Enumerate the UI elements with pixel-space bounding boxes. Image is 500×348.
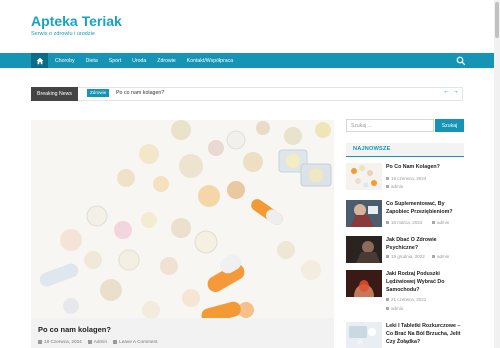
post-author-text[interactable]: admin xyxy=(437,220,449,225)
home-icon xyxy=(35,57,44,64)
featured-post-meta: 18 Czerwca, 2024 Admin Leave A Comment xyxy=(38,339,157,344)
user-icon xyxy=(87,339,92,344)
sidebar-search-button[interactable]: Szukaj xyxy=(435,119,464,132)
post-title[interactable]: Leki I Tabletki Rozkurczowe – Co Brać Na… xyxy=(386,322,464,346)
nav-item-sport[interactable]: Sport xyxy=(109,58,121,64)
post-title[interactable]: Po Co Nam Kolagen? xyxy=(386,163,464,171)
post-author-text[interactable]: admin xyxy=(391,306,403,311)
post-author[interactable]: admin xyxy=(386,184,403,189)
post-date-text: 18 czerwca, 2024 xyxy=(391,176,427,181)
featured-post[interactable] xyxy=(31,120,334,348)
ticker-post-link[interactable]: Po co nam kolagen? xyxy=(116,90,164,96)
featured-post-title[interactable]: Po co nam kolagen? xyxy=(38,325,111,334)
post-date: 16 marca, 2023 xyxy=(386,220,422,225)
featured-image[interactable] xyxy=(31,120,334,318)
home-button[interactable] xyxy=(31,53,48,68)
search-icon[interactable] xyxy=(456,56,466,66)
calendar-icon xyxy=(386,298,389,302)
post-thumbnail[interactable] xyxy=(346,200,382,227)
post-thumbnail[interactable] xyxy=(346,163,382,190)
featured-date-text[interactable]: 18 Czerwca, 2024 xyxy=(44,339,82,344)
list-item[interactable]: Jaki Rodzaj Poduszki Lędźwiowej Wybrać D… xyxy=(346,270,464,314)
post-date-text: 16 marca, 2023 xyxy=(391,220,423,225)
list-item[interactable]: Co Suplementować, By Zapobiec Przeziębie… xyxy=(346,200,464,230)
post-title[interactable]: Jaki Rodzaj Poduszki Lędźwiowej Wybrać D… xyxy=(386,270,464,294)
latest-posts-heading: NAJNOWSZE xyxy=(353,146,391,152)
featured-author-text[interactable]: Admin xyxy=(94,339,107,344)
post-date: 18 czerwca, 2024 xyxy=(386,176,426,181)
nav-item-choroby[interactable]: Choroby xyxy=(55,58,75,64)
scrollbar-thumb[interactable] xyxy=(495,2,499,38)
post-date-text: 19 grudnia, 2022 xyxy=(391,254,425,259)
list-item[interactable]: Leki I Tabletki Rozkurczowe – Co Brać Na… xyxy=(346,322,464,348)
comment-icon xyxy=(113,339,118,344)
post-author-text[interactable]: admin xyxy=(391,184,403,189)
nav-item-uroda[interactable]: Uroda xyxy=(132,58,146,64)
calendar-icon xyxy=(38,339,42,344)
nav-item-zdrowie[interactable]: Zdrowie xyxy=(157,58,175,64)
featured-post-date[interactable]: 18 Czerwca, 2024 xyxy=(38,339,82,344)
post-author-text[interactable]: admin xyxy=(437,254,449,259)
post-author[interactable]: admin xyxy=(386,306,403,311)
featured-post-author[interactable]: Admin xyxy=(87,339,107,344)
post-thumbnail[interactable] xyxy=(346,270,382,297)
post-date: 19 grudnia, 2022 xyxy=(386,254,425,259)
list-item[interactable]: Po Co Nam Kolagen? 18 czerwca, 2024 admi… xyxy=(346,163,464,193)
user-icon xyxy=(386,185,389,189)
user-icon xyxy=(386,307,389,311)
post-thumbnail[interactable] xyxy=(346,236,382,263)
nav-item-kontakt[interactable]: Kontakt/Współpraca xyxy=(187,58,233,64)
calendar-icon xyxy=(386,177,389,181)
site-description: Serwis o zdrowiu i urodzie xyxy=(31,31,95,37)
calendar-icon xyxy=(386,221,389,225)
post-author[interactable]: admin xyxy=(432,254,449,259)
nav-item-dieta[interactable]: Dieta xyxy=(86,58,98,64)
post-title[interactable]: Co Suplementować, By Zapobiec Przeziębie… xyxy=(386,200,464,216)
breaking-news-label: Breaking News xyxy=(31,87,78,101)
featured-comment-text[interactable]: Leave A Comment xyxy=(119,339,157,344)
page-scrollbar[interactable] xyxy=(494,0,500,348)
nav-menu: Choroby Dieta Sport Uroda Zdrowie Kontak… xyxy=(55,53,244,68)
sidebar-search-input[interactable]: Szukaj ... xyxy=(346,119,434,132)
ticker-category-badge[interactable]: Zdrowie xyxy=(87,89,110,97)
calendar-icon xyxy=(386,255,389,259)
list-item[interactable]: Jak Dbać O Zdrowie Psychiczne? 19 grudni… xyxy=(346,236,464,264)
site-title[interactable]: Apteka Teriak xyxy=(31,13,122,29)
post-thumbnail[interactable] xyxy=(346,322,382,348)
user-icon xyxy=(432,221,435,225)
featured-post-comments[interactable]: Leave A Comment xyxy=(113,339,157,344)
post-date: 21 czerwca, 2021 xyxy=(386,297,426,302)
post-title[interactable]: Jak Dbać O Zdrowie Psychiczne? xyxy=(386,236,464,252)
post-date-text: 21 czerwca, 2021 xyxy=(391,297,427,302)
post-author[interactable]: admin xyxy=(432,220,449,225)
ticker-prev-arrow-icon[interactable]: ← xyxy=(443,88,450,95)
ticker-next-arrow-icon[interactable]: → xyxy=(452,88,459,95)
user-icon xyxy=(432,255,435,259)
